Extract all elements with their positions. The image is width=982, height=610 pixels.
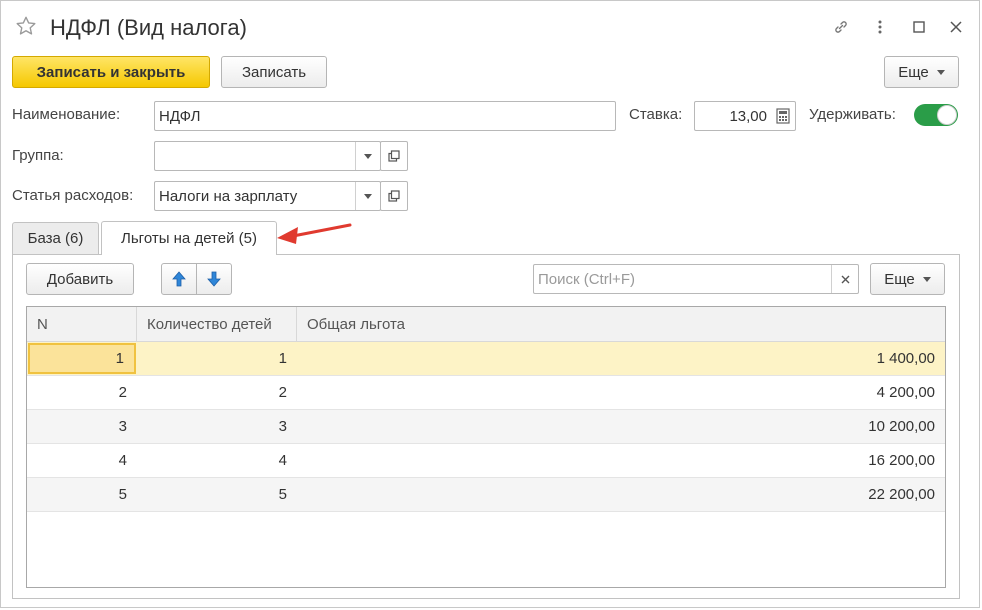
table-row[interactable]: 2 2 4 200,00	[27, 376, 945, 410]
column-header-benefit[interactable]: Общая льгота	[297, 307, 945, 341]
search-placeholder: Поиск (Ctrl+F)	[538, 270, 635, 288]
maximize-icon[interactable]	[911, 19, 927, 35]
close-icon[interactable]	[948, 19, 964, 35]
benefits-table[interactable]: N Количество детей Общая льгота 1 1 1 40…	[26, 306, 946, 588]
form-window: НДФЛ (Вид налога) Записать и закрыть Зап…	[0, 0, 980, 608]
annotation-arrow-icon	[277, 223, 352, 244]
expense-label: Статья расходов:	[12, 187, 134, 204]
expense-field-value: Налоги на зарплату	[159, 187, 298, 205]
group-open-button[interactable]	[380, 141, 408, 171]
group-field[interactable]	[154, 141, 381, 171]
open-window-icon	[388, 190, 400, 202]
table-more-button[interactable]: Еще	[870, 263, 945, 295]
chevron-down-icon	[922, 276, 931, 282]
expense-open-button[interactable]	[380, 181, 408, 211]
withhold-label: Удерживать:	[809, 106, 896, 123]
column-header-children[interactable]: Количество детей	[137, 307, 297, 341]
name-label: Наименование:	[12, 106, 121, 123]
cell-n[interactable]: 1	[28, 343, 136, 374]
window-title: НДФЛ (Вид налога)	[50, 15, 247, 40]
table-row[interactable]: 4 4 16 200,00	[27, 444, 945, 478]
cell-children[interactable]: 3	[137, 410, 297, 443]
cell-children[interactable]: 1	[137, 342, 297, 375]
cell-benefit[interactable]: 1 400,00	[297, 342, 945, 375]
cell-n[interactable]: 4	[27, 444, 137, 477]
table-header: N Количество детей Общая льгота	[27, 307, 945, 342]
chevron-down-icon	[936, 69, 945, 75]
rate-field[interactable]: 13,00	[694, 101, 796, 131]
calculator-icon[interactable]	[776, 108, 790, 124]
withhold-toggle[interactable]	[914, 104, 958, 126]
cell-n[interactable]: 5	[27, 478, 137, 511]
name-field[interactable]: НДФЛ	[154, 101, 616, 131]
save-button[interactable]: Записать	[221, 56, 327, 88]
cell-n[interactable]: 3	[27, 410, 137, 443]
cell-children[interactable]: 2	[137, 376, 297, 409]
cell-benefit[interactable]: 22 200,00	[297, 478, 945, 511]
arrow-down-icon	[207, 271, 221, 287]
cell-benefit[interactable]: 10 200,00	[297, 410, 945, 443]
table-row[interactable]: 3 3 10 200,00	[27, 410, 945, 444]
chevron-down-icon	[364, 193, 372, 199]
cell-n[interactable]: 2	[27, 376, 137, 409]
tab-child-benefits[interactable]: Льготы на детей (5)	[101, 221, 277, 255]
move-up-button[interactable]	[161, 263, 197, 295]
search-input[interactable]: Поиск (Ctrl+F)	[533, 264, 859, 294]
move-down-button[interactable]	[196, 263, 232, 295]
name-field-value: НДФЛ	[159, 107, 201, 125]
cell-children[interactable]: 4	[137, 444, 297, 477]
clear-icon	[841, 275, 849, 283]
arrow-up-icon	[172, 271, 186, 287]
more-button[interactable]: Еще	[884, 56, 959, 88]
rate-field-value: 13,00	[729, 107, 767, 125]
table-row[interactable]: 1 1 1 400,00	[27, 342, 945, 376]
group-label: Группа:	[12, 147, 64, 164]
expense-field[interactable]: Налоги на зарплату	[154, 181, 381, 211]
rate-label: Ставка:	[629, 106, 683, 123]
cell-benefit[interactable]: 16 200,00	[297, 444, 945, 477]
chevron-down-icon	[364, 153, 372, 159]
expense-dropdown-button[interactable]	[355, 182, 380, 210]
group-dropdown-button[interactable]	[355, 142, 380, 170]
toggle-knob	[937, 105, 957, 125]
add-button[interactable]: Добавить	[26, 263, 134, 295]
open-window-icon	[388, 150, 400, 162]
cell-benefit[interactable]: 4 200,00	[297, 376, 945, 409]
favorite-star-icon[interactable]	[15, 15, 37, 37]
save-and-close-button[interactable]: Записать и закрыть	[12, 56, 210, 88]
search-clear-button[interactable]	[831, 265, 858, 293]
tab-base[interactable]: База (6)	[12, 222, 99, 254]
more-button-label: Еще	[898, 63, 929, 81]
table-row[interactable]: 5 5 22 200,00	[27, 478, 945, 512]
link-icon[interactable]	[833, 19, 849, 35]
table-more-label: Еще	[884, 270, 915, 288]
column-header-n[interactable]: N	[27, 307, 137, 341]
cell-children[interactable]: 5	[137, 478, 297, 511]
more-vertical-icon[interactable]	[872, 19, 888, 35]
